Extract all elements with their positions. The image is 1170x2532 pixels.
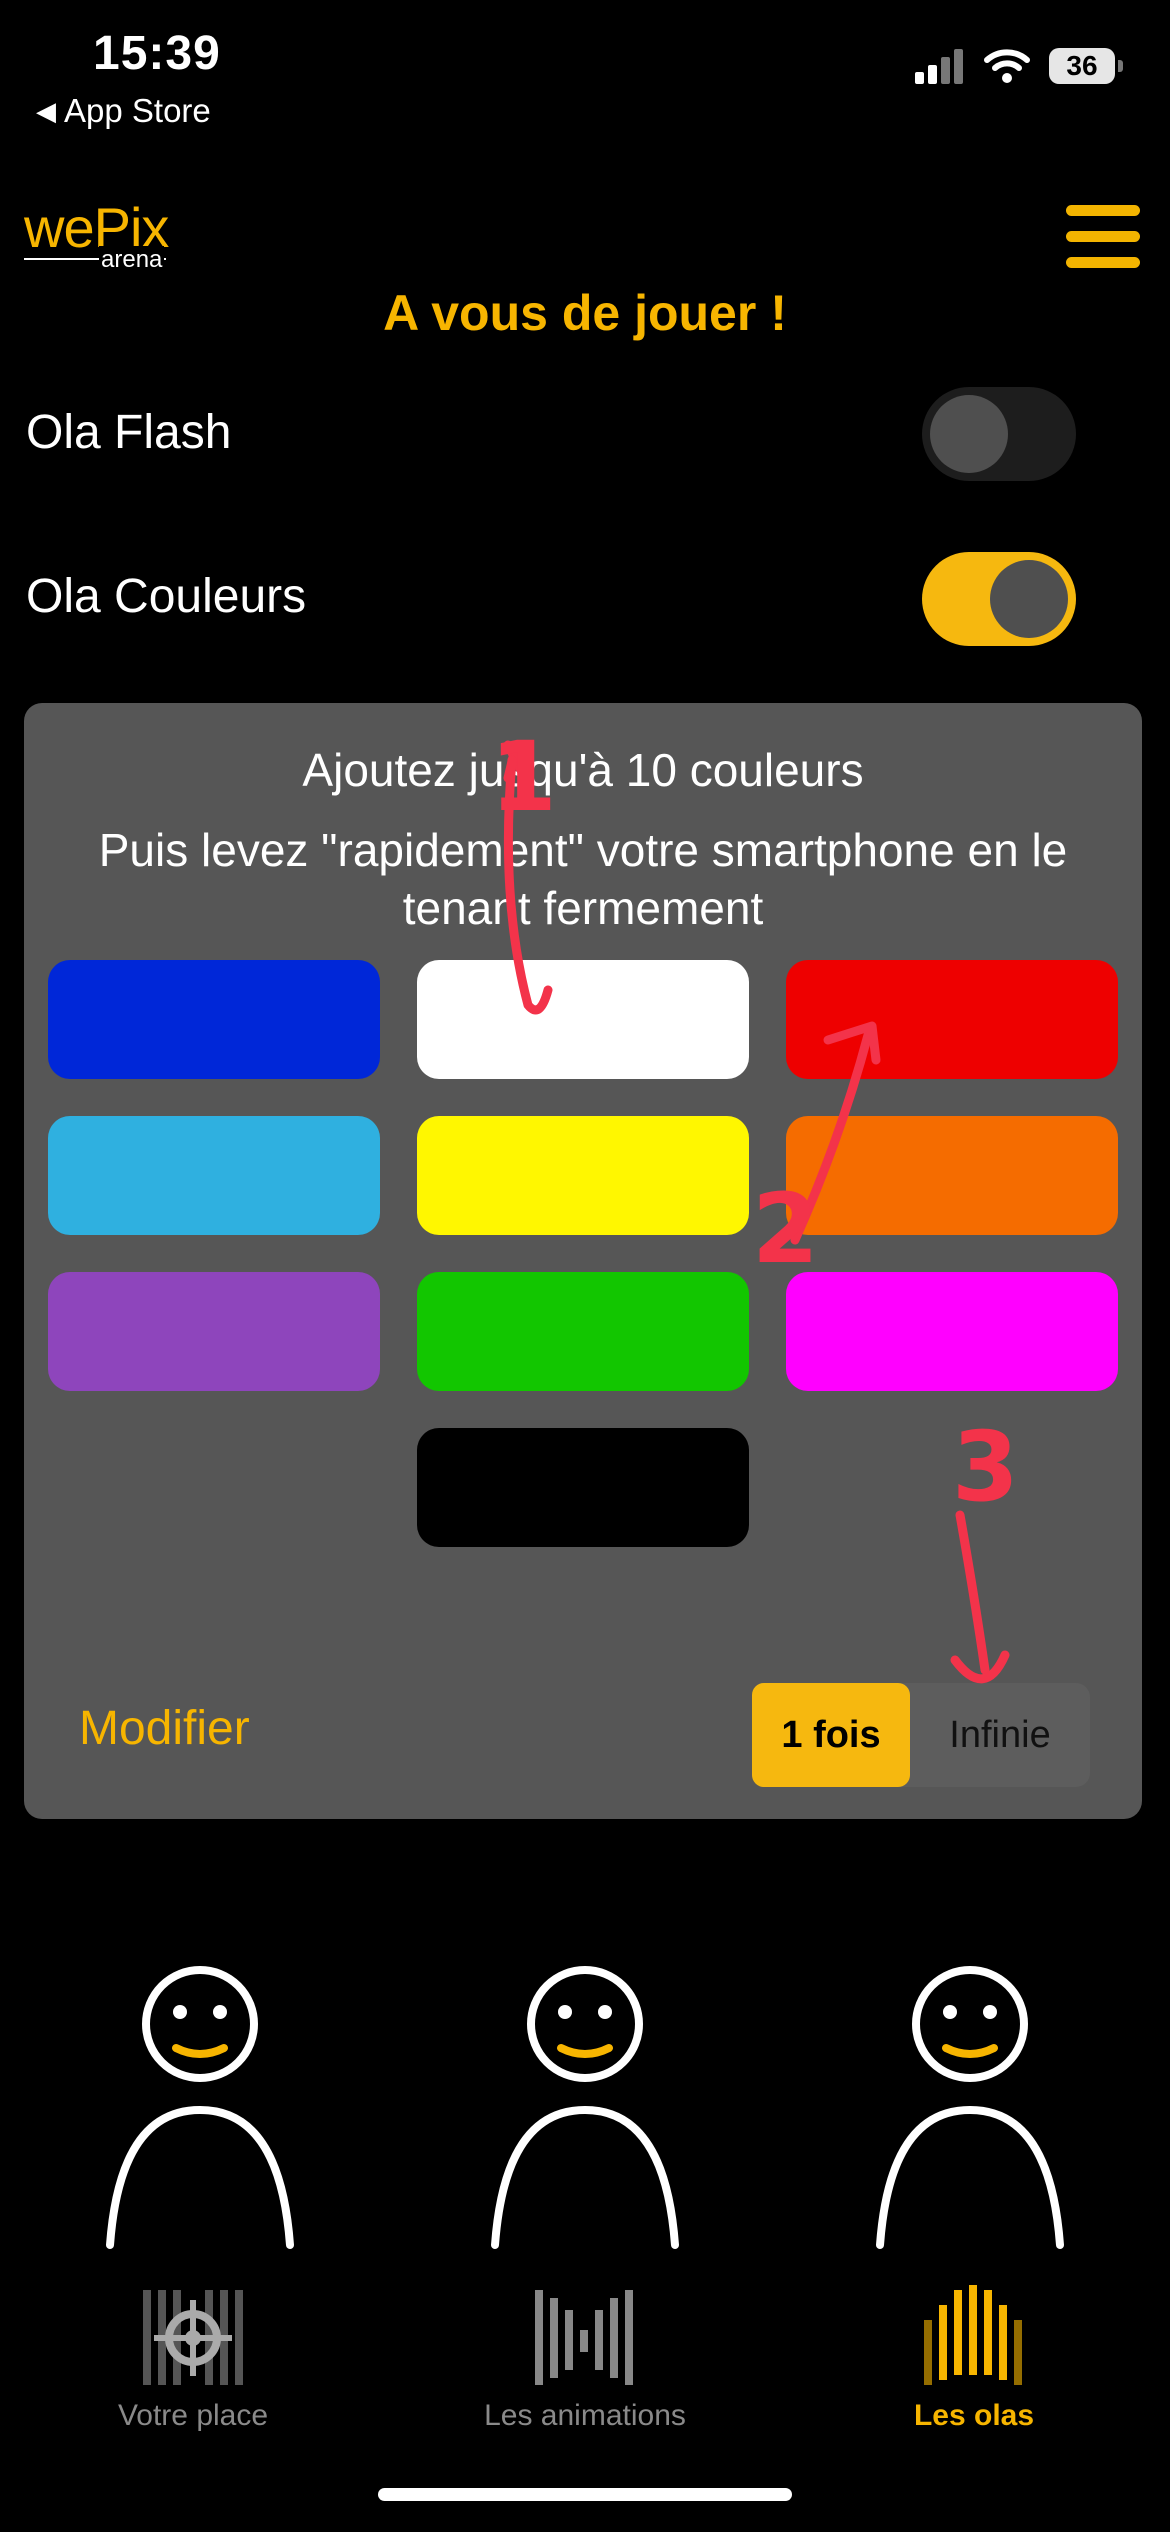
- panel-instruction-1: Ajoutez jusqu'à 10 couleurs: [302, 744, 864, 796]
- color-swatch[interactable]: [786, 960, 1118, 1079]
- tab-les-animations-label: Les animations: [484, 2399, 686, 2432]
- color-swatch[interactable]: [417, 960, 749, 1079]
- person-illustration-icon: [491, 1966, 679, 2249]
- logo-arena: arena: [99, 246, 165, 274]
- ola-flash-toggle[interactable]: [922, 387, 1076, 481]
- color-swatch[interactable]: [417, 1272, 749, 1391]
- color-swatch[interactable]: [48, 1116, 380, 1235]
- signal-icon: [915, 49, 963, 84]
- wifi-icon: [984, 49, 1030, 83]
- olas-wave-icon: [924, 2285, 1022, 2385]
- color-swatch[interactable]: [417, 1428, 749, 1547]
- repeat-infinite-option[interactable]: Infinie: [910, 1683, 1090, 1787]
- ola-flash-label: Ola Flash: [26, 406, 232, 459]
- tab-les-olas-label: Les olas: [913, 2399, 1035, 2432]
- back-app-label: App Store: [64, 92, 211, 129]
- seat-target-icon: [143, 2290, 243, 2385]
- back-arrow-icon: ◀: [36, 95, 56, 126]
- menu-icon[interactable]: [1066, 205, 1140, 269]
- back-to-app-store[interactable]: ◀ App Store: [36, 92, 211, 130]
- tab-votre-place[interactable]: Votre place: [43, 2280, 343, 2433]
- color-swatch[interactable]: [786, 1116, 1118, 1235]
- status-icons: 36: [915, 48, 1123, 84]
- repeat-once-option[interactable]: 1 fois: [752, 1683, 910, 1787]
- tab-votre-place-label: Votre place: [117, 2399, 269, 2432]
- color-swatch[interactable]: [48, 960, 380, 1079]
- colors-panel: Ajoutez jusqu'à 10 couleurs Puis levez "…: [24, 703, 1142, 1819]
- color-swatch[interactable]: [417, 1116, 749, 1235]
- status-time: 15:39: [93, 27, 221, 80]
- home-indicator[interactable]: [378, 2488, 792, 2501]
- ola-couleurs-toggle[interactable]: [922, 552, 1076, 646]
- color-swatch[interactable]: [48, 1272, 380, 1391]
- page-title: A vous de jouer !: [383, 285, 787, 341]
- person-illustration-icon: [106, 1966, 294, 2249]
- tab-les-olas[interactable]: Les olas: [824, 2280, 1124, 2433]
- modify-button[interactable]: Modifier: [79, 1701, 250, 1756]
- panel-instruction-2: Puis levez "rapidement" votre smartphone…: [98, 824, 1068, 934]
- color-swatch[interactable]: [786, 1272, 1118, 1391]
- repeat-segmented-control[interactable]: 1 fois Infinie: [752, 1683, 1090, 1787]
- animations-bars-icon: [535, 2290, 633, 2385]
- tab-les-animations[interactable]: Les animations: [435, 2280, 735, 2433]
- person-illustration-icon: [876, 1966, 1064, 2249]
- battery-indicator: 36: [1049, 48, 1123, 84]
- wepix-logo: wePix arena: [24, 200, 224, 280]
- ola-couleurs-label: Ola Couleurs: [26, 570, 307, 623]
